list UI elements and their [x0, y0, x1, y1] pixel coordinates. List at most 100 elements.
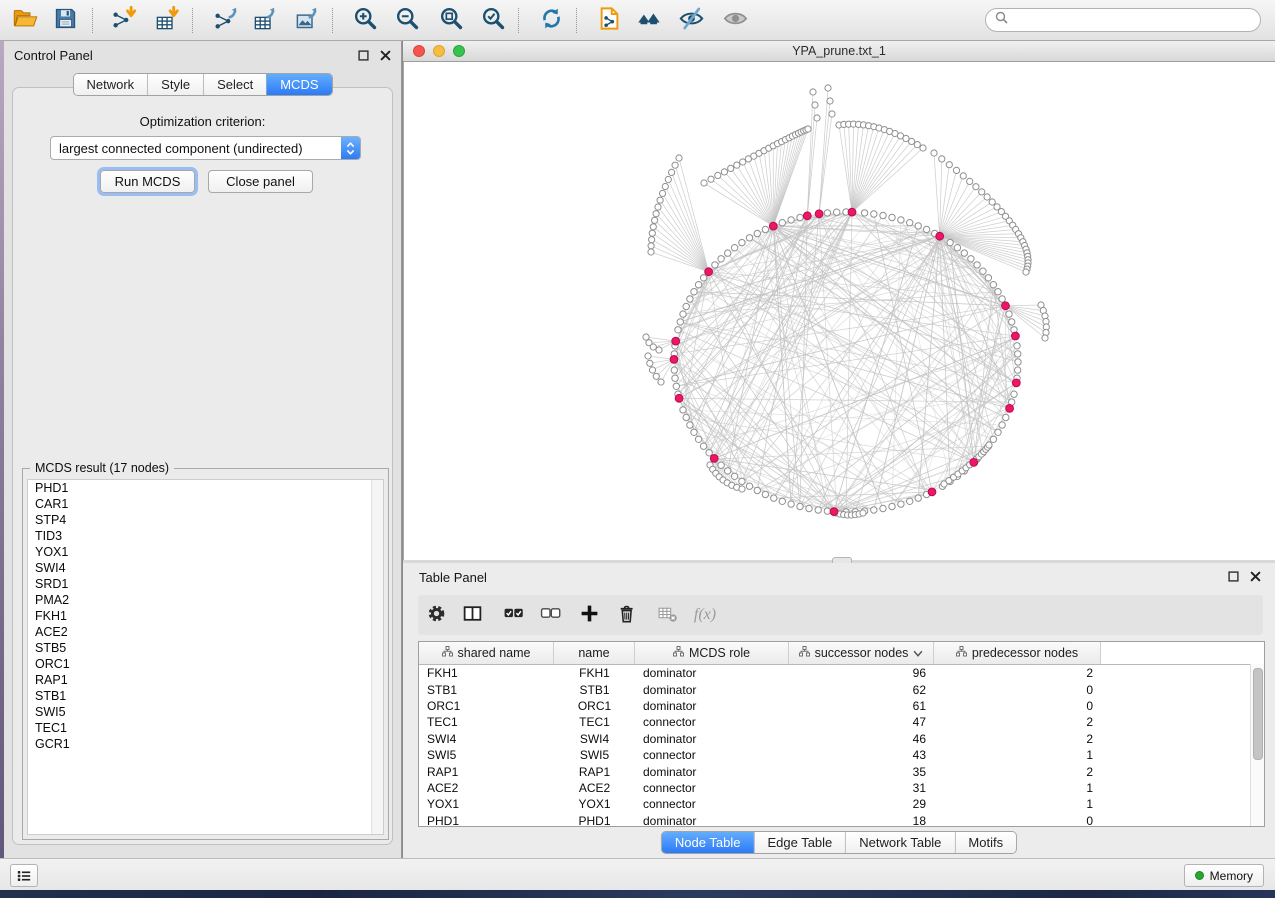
mcds-dominator-node[interactable] [928, 488, 936, 496]
close-panel-action-button[interactable]: Close panel [208, 170, 313, 193]
graph-node[interactable] [701, 180, 707, 186]
deselect-all-button[interactable] [536, 601, 564, 629]
mcds-result-item[interactable]: PMA2 [28, 592, 383, 608]
graph-node[interactable] [979, 189, 985, 195]
graph-node[interactable] [771, 495, 777, 501]
graph-node[interactable] [806, 505, 812, 511]
graph-node[interactable] [669, 169, 675, 175]
graph-node[interactable] [827, 98, 833, 104]
graph-node[interactable] [999, 422, 1005, 428]
graph-node[interactable] [889, 214, 895, 220]
graph-node[interactable] [658, 379, 664, 385]
select-all-button[interactable] [499, 601, 527, 629]
graph-node[interactable] [960, 173, 966, 179]
graph-node[interactable] [989, 199, 995, 205]
graph-node[interactable] [788, 217, 794, 223]
graph-node[interactable] [980, 268, 986, 274]
tab-style[interactable]: Style [147, 74, 203, 95]
graph-node[interactable] [671, 367, 677, 373]
graph-node[interactable] [718, 256, 724, 262]
hide-graphics-details-button[interactable] [672, 3, 710, 37]
mcds-result-item[interactable]: TEC1 [28, 720, 383, 736]
graph-node[interactable] [967, 178, 973, 184]
graph-node[interactable] [834, 209, 840, 215]
graph-node[interactable] [657, 197, 663, 203]
table-tab-motifs[interactable]: Motifs [954, 832, 1016, 853]
graph-node[interactable] [649, 367, 655, 373]
add-row-button[interactable] [575, 601, 603, 629]
graph-node[interactable] [660, 190, 666, 196]
graph-node[interactable] [691, 429, 697, 435]
graph-node[interactable] [995, 429, 1001, 435]
mcds-dominator-node[interactable] [672, 337, 680, 345]
graph-node[interactable] [762, 226, 768, 232]
mcds-dominator-node[interactable] [936, 232, 944, 240]
graph-node[interactable] [650, 224, 656, 230]
search-box[interactable] [985, 8, 1261, 32]
mcds-result-item[interactable]: STP4 [28, 512, 383, 528]
export-table-button[interactable] [246, 3, 284, 37]
graph-node[interactable] [860, 510, 866, 516]
mcds-result-item[interactable]: STB5 [28, 640, 383, 656]
mcds-result-item[interactable]: PHD1 [28, 480, 383, 496]
table-row[interactable]: ACE2ACE2connector311 [419, 780, 1264, 796]
graph-node[interactable] [739, 239, 745, 245]
graph-node[interactable] [805, 126, 811, 132]
graph-node[interactable] [871, 507, 877, 513]
mcds-dominator-node[interactable] [769, 222, 777, 230]
graph-node[interactable] [739, 478, 745, 484]
memory-button[interactable]: Memory [1184, 864, 1264, 887]
tab-mcds[interactable]: MCDS [266, 74, 331, 95]
table-row[interactable]: SWI4SWI4dominator462 [419, 731, 1264, 747]
table-tab-edge-table[interactable]: Edge Table [753, 832, 845, 853]
float-panel-button[interactable] [358, 50, 369, 61]
table-row[interactable]: PHD1PHD1dominator180 [419, 813, 1264, 827]
graph-node[interactable] [652, 217, 658, 223]
zoom-selected-button[interactable] [474, 3, 512, 37]
mcds-dominator-node[interactable] [710, 455, 718, 463]
mcds-result-item[interactable]: YOX1 [28, 544, 383, 560]
attributes-gear-button[interactable] [422, 601, 450, 629]
graph-node[interactable] [961, 250, 967, 256]
mcds-result-item[interactable]: RAP1 [28, 672, 383, 688]
optimization-criterion-select[interactable]: largest connected component (undirected) [50, 136, 361, 160]
window-zoom-button[interactable] [453, 45, 465, 57]
mcds-result-item[interactable]: STB1 [28, 688, 383, 704]
graph-node[interactable] [725, 250, 731, 256]
mcds-list-scrollbar[interactable] [371, 480, 383, 834]
delete-row-button[interactable] [612, 601, 640, 629]
table-row[interactable]: SWI5SWI5connector431 [419, 747, 1264, 763]
mcds-dominator-node[interactable] [1012, 332, 1020, 340]
graph-node[interactable] [731, 245, 737, 251]
graph-node[interactable] [676, 155, 682, 161]
graph-node[interactable] [715, 172, 721, 178]
mcds-result-item[interactable]: CAR1 [28, 496, 383, 512]
mcds-dominator-node[interactable] [1012, 379, 1020, 387]
zoom-out-button[interactable] [388, 3, 426, 37]
save-session-button[interactable] [46, 3, 84, 37]
graph-node[interactable] [1003, 414, 1009, 420]
mcds-result-item[interactable]: TID3 [28, 528, 383, 544]
graph-node[interactable] [829, 111, 835, 117]
graph-node[interactable] [672, 375, 678, 381]
graph-node[interactable] [648, 243, 654, 249]
export-image-button[interactable] [288, 3, 326, 37]
graph-node[interactable] [687, 296, 693, 302]
graph-node[interactable] [700, 275, 706, 281]
graph-node[interactable] [1006, 311, 1012, 317]
graph-node[interactable] [673, 383, 679, 389]
graph-node[interactable] [915, 495, 921, 501]
graph-node[interactable] [990, 436, 996, 442]
table-tab-network-table[interactable]: Network Table [845, 832, 954, 853]
graph-node[interactable] [953, 167, 959, 173]
zoom-in-button[interactable] [346, 3, 384, 37]
mcds-dominator-node[interactable] [670, 356, 678, 364]
graph-node[interactable] [797, 214, 803, 220]
mcds-result-item[interactable]: SWI5 [28, 704, 383, 720]
graph-node[interactable] [653, 373, 659, 379]
network-from-selection-button[interactable] [590, 3, 628, 37]
graph-node[interactable] [939, 156, 945, 162]
mcds-dominator-node[interactable] [1002, 302, 1010, 310]
delete-table-button[interactable] [653, 601, 681, 629]
search-input[interactable] [1013, 12, 1251, 28]
